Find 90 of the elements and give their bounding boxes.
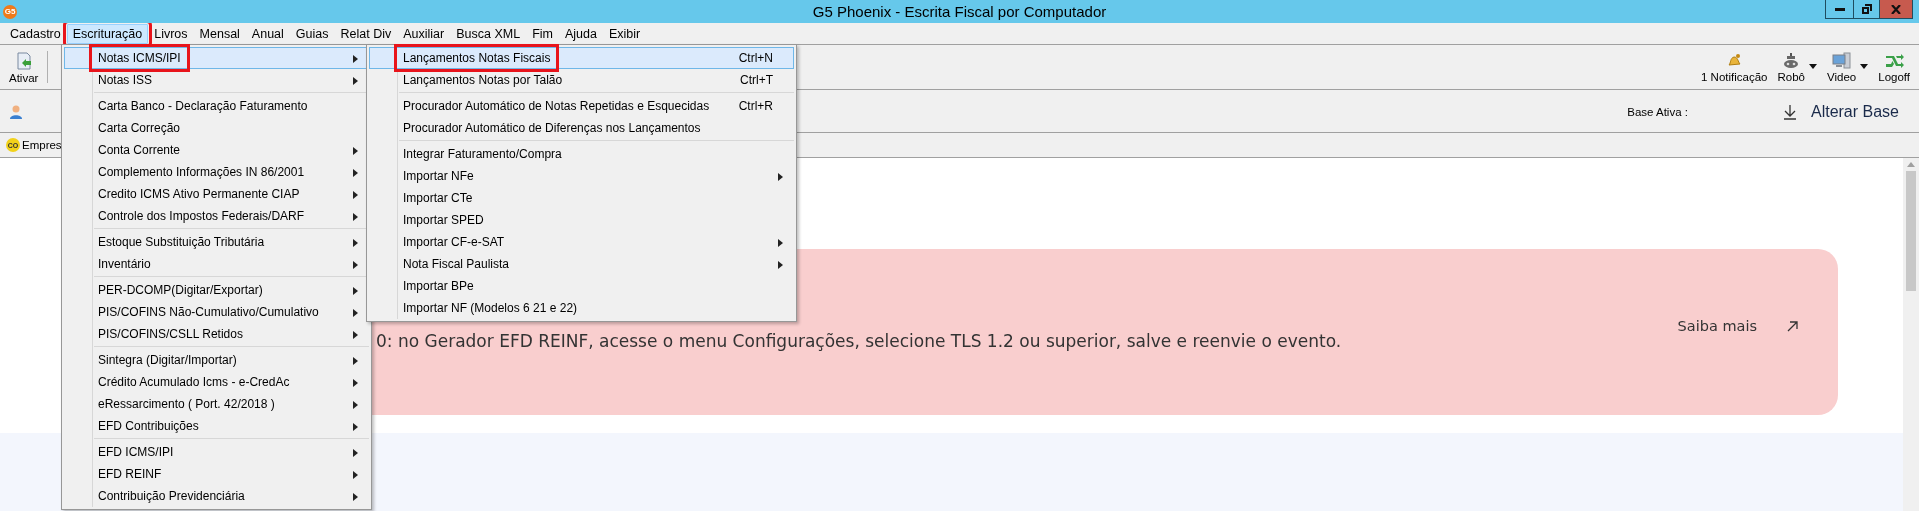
menu-item[interactable]: Notas ISS: [64, 69, 369, 91]
menu-item[interactable]: Importar BPe: [369, 275, 794, 297]
menu-bar-item[interactable]: Exibir: [602, 23, 647, 44]
submenu-arrow-icon: [353, 449, 358, 457]
menu-item[interactable]: Carta Correção: [64, 117, 369, 139]
menu-item[interactable]: EFD Contribuições: [64, 415, 369, 437]
menu-item[interactable]: Estoque Substituição Tributária: [64, 231, 369, 253]
menu-item[interactable]: EFD ICMS/IPI: [64, 441, 369, 463]
user-icon: [8, 104, 24, 120]
menu-item[interactable]: eRessarcimento ( Port. 42/2018 ): [64, 393, 369, 415]
submenu-arrow-icon: [353, 191, 358, 199]
toolbar-button[interactable]: Ativar: [6, 48, 42, 86]
submenu-arrow-icon: [353, 493, 358, 501]
menu-bar-item[interactable]: Anual: [245, 23, 290, 44]
submenu-arrow-icon: [353, 471, 358, 479]
menu-item[interactable]: PIS/COFINS Não-Cumulativo/Cumulativo: [64, 301, 369, 323]
alert-text: 0: no Gerador EFD REINF, acesse o menu Configurações, selecione TLS 1.2 ou superior, salve e reenvie o evento.: [376, 331, 1342, 351]
menu-item[interactable]: Procurador Automático de Diferenças nos Lançamentos: [369, 117, 794, 139]
shuffle-arrows-icon: [1884, 51, 1905, 70]
dropdown-caret-icon[interactable]: [1860, 63, 1869, 69]
scroll-bar[interactable]: [1903, 158, 1919, 511]
menu-item[interactable]: PER-DCOMP(Digitar/Exportar): [64, 279, 369, 301]
download-icon: [1782, 104, 1797, 120]
submenu-arrow-icon: [353, 55, 358, 63]
close-button[interactable]: [1879, 0, 1913, 19]
submenu-arrow-icon: [353, 77, 358, 85]
menu-bar-item[interactable]: Cadastro: [4, 23, 67, 44]
submenu-arrow-icon: [353, 357, 358, 365]
toolbar-button[interactable]: 1 Notificação: [1698, 49, 1771, 85]
submenu-arrow-icon: [353, 331, 358, 339]
close-icon: [1891, 4, 1901, 14]
menu-item[interactable]: PIS/COFINS/CSLL Retidos: [64, 323, 369, 345]
submenu-arrow-icon: [353, 401, 358, 409]
submenu-arrow-icon: [353, 239, 358, 247]
submenu-arrow-icon: [778, 239, 783, 247]
submenu-arrow-icon: [353, 379, 358, 387]
menu-item[interactable]: Notas ICMS/IPI: [64, 47, 369, 69]
menu-bar-item[interactable]: Guias: [289, 23, 335, 44]
menu-bar-item[interactable]: Auxiliar: [397, 23, 451, 44]
submenu-arrow-icon: [353, 423, 358, 431]
menu-item[interactable]: Conta Corrente: [64, 139, 369, 161]
menu-item[interactable]: Crédito Acumulado Icms - e-CredAc: [64, 371, 369, 393]
app-logo: G5: [3, 4, 17, 19]
menu-bar-item[interactable]: Relat Div: [334, 23, 398, 44]
menu-item[interactable]: EFD REINF: [64, 463, 369, 485]
restore-icon: [1861, 4, 1872, 14]
menu-bar-item[interactable]: Ajuda: [558, 23, 603, 44]
toolbar-button[interactable]: Video: [1824, 49, 1872, 85]
menu-item[interactable]: Procurador Automático de Notas Repetidas e Esquecidas Ctrl+R: [369, 95, 794, 117]
robot-icon: [1782, 51, 1801, 70]
menu-bar-item[interactable]: Mensal: [193, 23, 246, 44]
menu-bar-item[interactable]: Escrituração: [66, 23, 149, 44]
minimize-button[interactable]: [1825, 0, 1854, 19]
submenu-arrow-icon: [778, 173, 783, 181]
minimize-icon: [1834, 7, 1845, 11]
menu-item[interactable]: Sintegra (Digitar/Importar): [64, 349, 369, 371]
menu-item[interactable]: Nota Fiscal Paulista: [369, 253, 794, 275]
menu-bar-item[interactable]: Busca XML: [450, 23, 527, 44]
menu-item[interactable]: Importar CF-e-SAT: [369, 231, 794, 253]
menu-item[interactable]: Lançamentos Notas Fiscais Ctrl+N: [369, 47, 794, 69]
submenu-arrow-icon: [353, 287, 358, 295]
menu-item[interactable]: Contribuição Previdenciária: [64, 485, 369, 507]
menu-item[interactable]: Integrar Faturamento/Compra: [369, 143, 794, 165]
menu-item[interactable]: Controle dos Impostos Federais/DARF: [64, 205, 369, 227]
menu-item[interactable]: Credito ICMS Ativo Permanente CIAP: [64, 183, 369, 205]
toolbar-button[interactable]: Logoff: [1875, 49, 1913, 85]
submenu-arrow-icon: [353, 261, 358, 269]
base-label: Base Ativa :: [1627, 106, 1688, 118]
window-title: G5 Phoenix - Escrita Fiscal por Computador: [812, 3, 1107, 20]
menu-item[interactable]: Importar SPED: [369, 209, 794, 231]
menu-bar-item[interactable]: Livros: [148, 23, 194, 44]
toolbar-button[interactable]: Robô: [1774, 49, 1820, 85]
submenu-arrow-icon: [353, 309, 358, 317]
dropdown-caret-icon[interactable]: [1809, 63, 1817, 69]
computer-icon: [1831, 51, 1852, 70]
menu-item[interactable]: Importar NF (Modelos 6 21 e 22): [369, 297, 794, 319]
submenu-arrow-icon: [353, 169, 358, 177]
menu-item[interactable]: Carta Banco - Declaração Faturamento: [64, 95, 369, 117]
menu-item[interactable]: Complemento Informações IN 86/2001: [64, 161, 369, 183]
submenu-arrow-icon: [353, 147, 358, 155]
submenu-arrow-icon: [778, 261, 783, 269]
menu-bar-item[interactable]: Fim: [526, 23, 559, 44]
submenu-arrow-icon: [353, 213, 358, 221]
change-base-button[interactable]: Alterar Base: [1782, 103, 1899, 121]
menu-item[interactable]: Importar CTe: [369, 187, 794, 209]
learn-more-link[interactable]: Saiba mais: [1677, 318, 1798, 334]
menu-item[interactable]: Lançamentos Notas por Talão Ctrl+T: [369, 69, 794, 91]
menu-item[interactable]: Importar NFe: [369, 165, 794, 187]
external-arrow-icon: [1787, 320, 1798, 332]
menu-item[interactable]: Inventário: [64, 253, 369, 275]
